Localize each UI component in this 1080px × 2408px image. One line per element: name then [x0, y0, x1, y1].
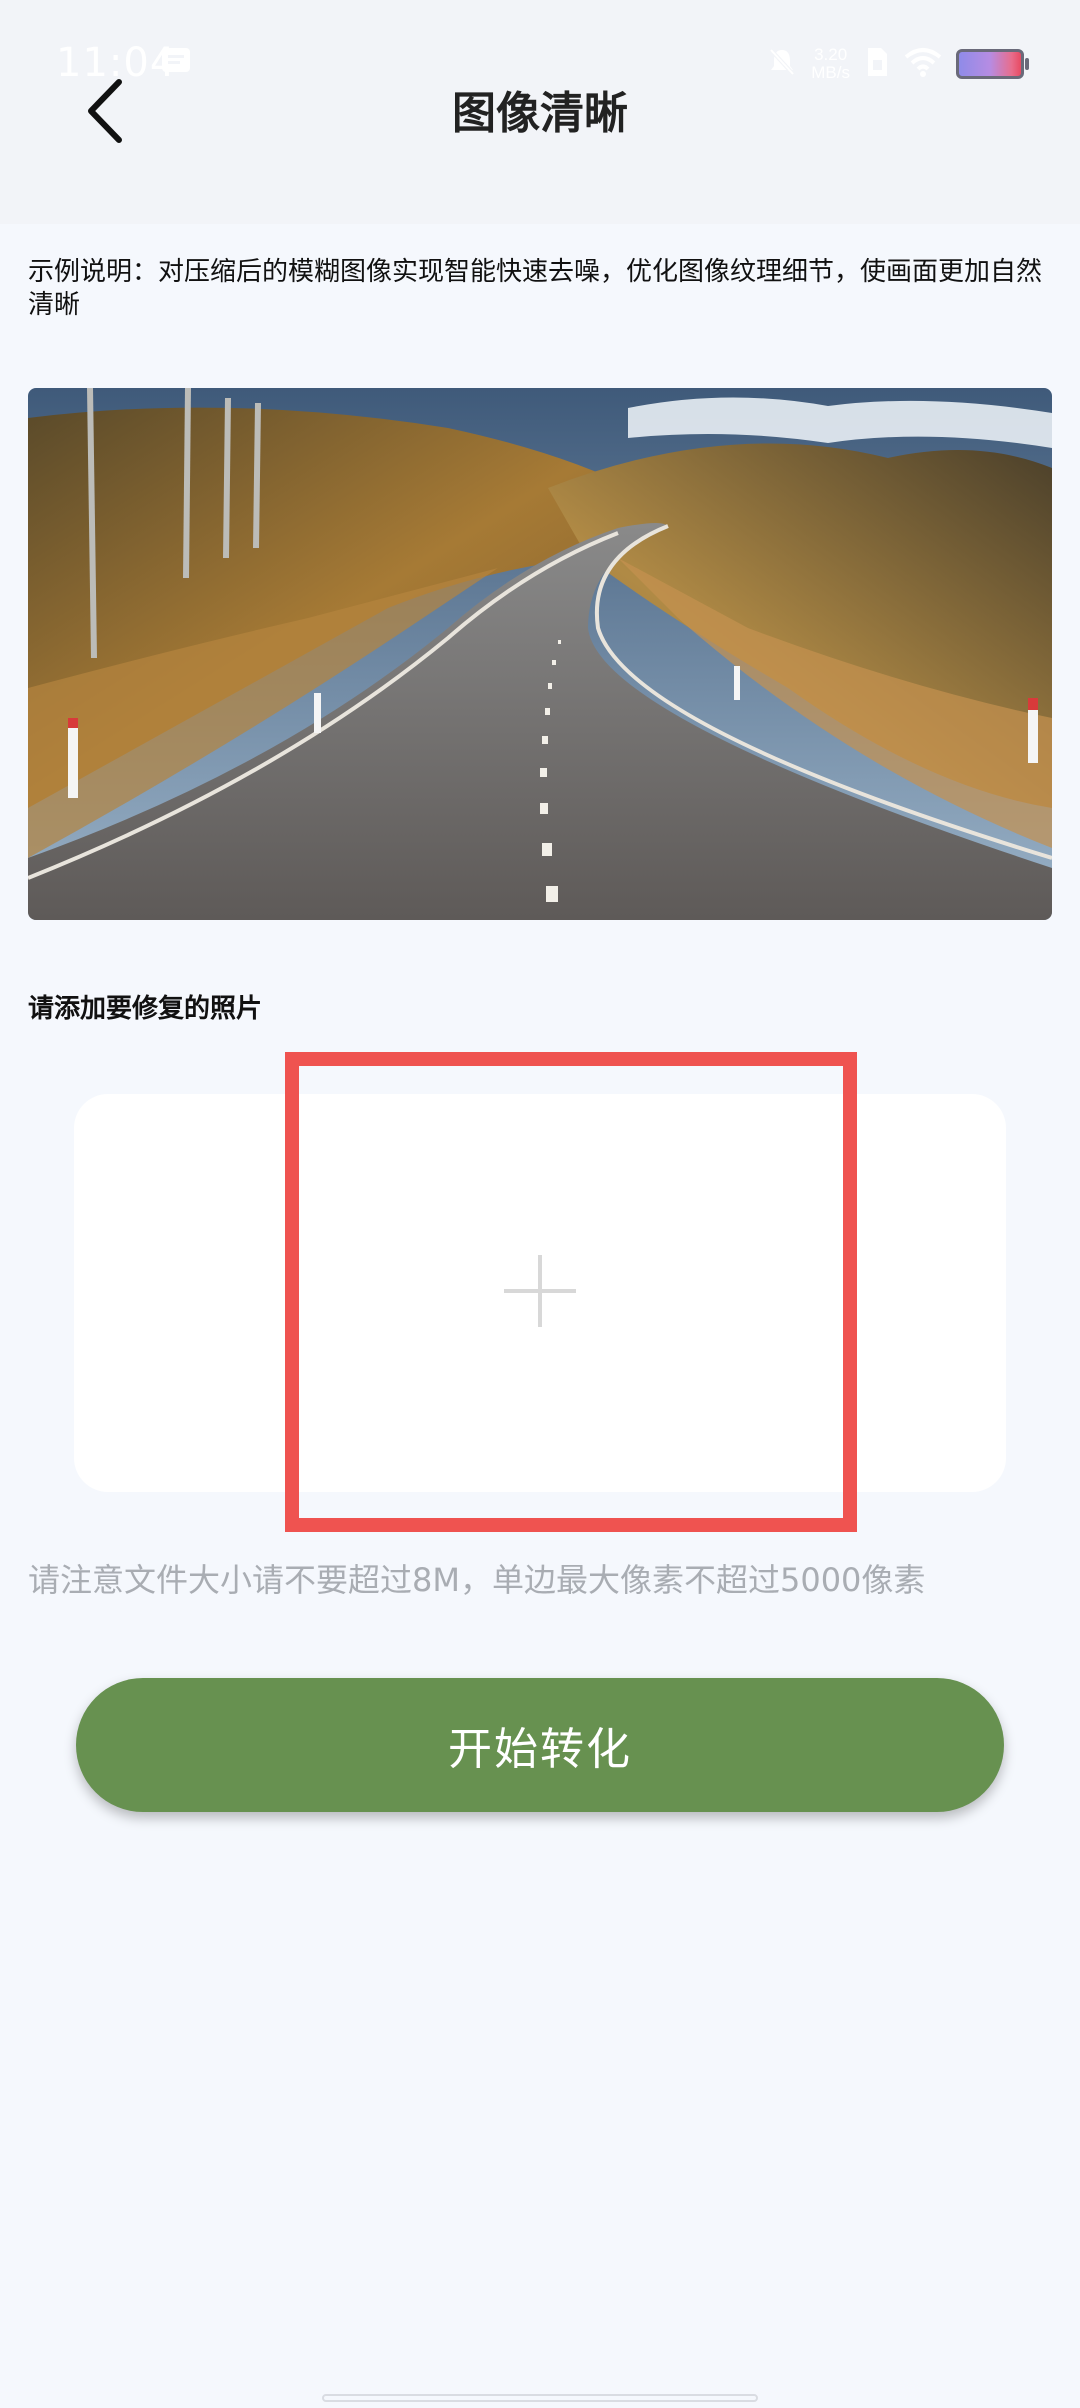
network-speed: 3.20 MB/s — [811, 46, 850, 82]
plus-icon — [502, 1253, 578, 1333]
notification-icon — [160, 46, 192, 74]
upload-label: 请添加要修复的照片 — [28, 994, 263, 1024]
upload-note: 请注意文件大小请不要超过8M，单边最大像素不超过5000像素 — [28, 1561, 926, 1599]
example-image — [28, 388, 1052, 920]
sim-icon — [864, 46, 890, 82]
network-speed-unit: MB/s — [811, 63, 850, 82]
start-convert-button[interactable]: 开始转化 — [76, 1678, 1004, 1812]
wifi-icon — [904, 47, 942, 81]
status-icons: 3.20 MB/s — [767, 44, 1029, 84]
home-indicator[interactable] — [322, 2394, 758, 2402]
photo-upload-area[interactable] — [74, 1094, 1006, 1492]
example-description: 示例说明：对压缩后的模糊图像实现智能快速去噪，优化图像纹理细节，使画面更加自然清… — [28, 257, 1043, 320]
network-speed-value: 3.20 — [814, 45, 848, 64]
battery-icon — [956, 49, 1029, 79]
mute-icon — [767, 46, 797, 82]
page-title: 图像清晰 — [452, 88, 628, 139]
